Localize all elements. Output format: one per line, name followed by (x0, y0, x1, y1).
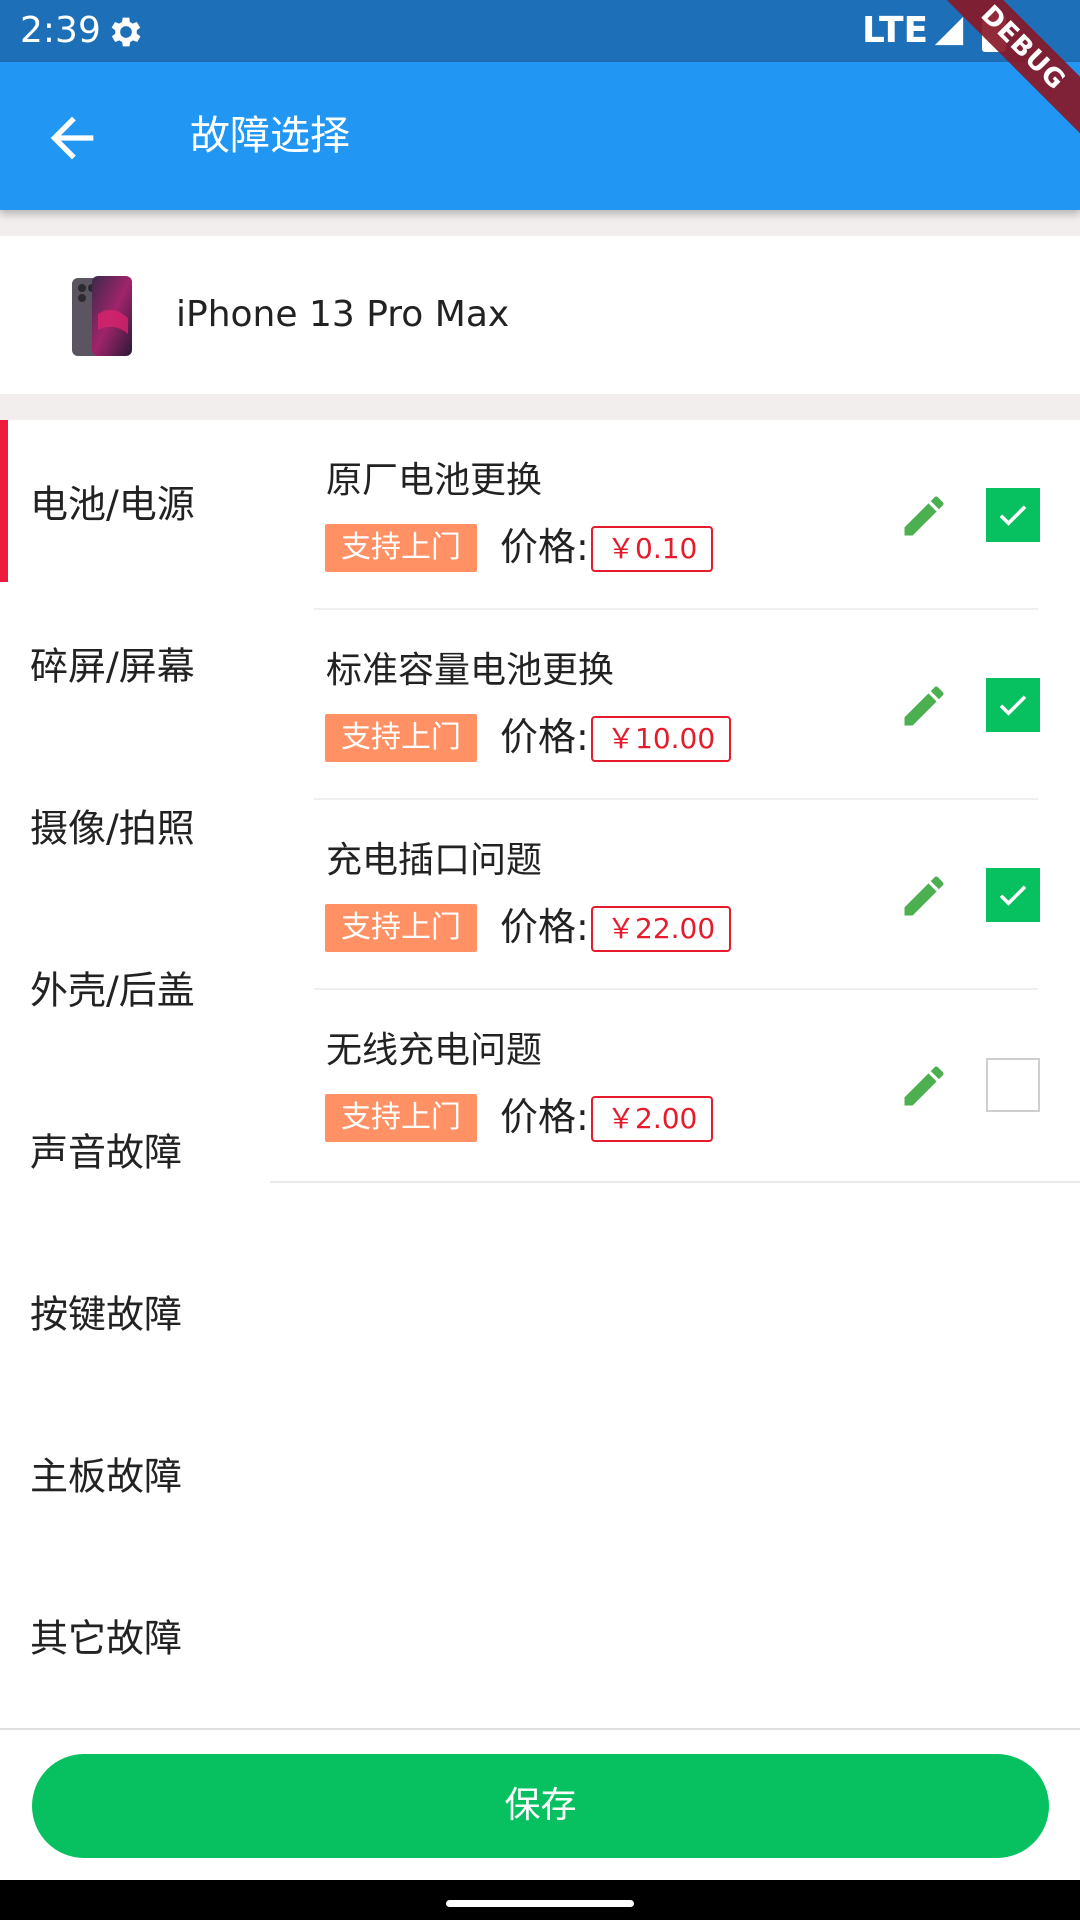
price-value: ￥22.00 (591, 906, 732, 952)
onsite-tag: 支持上门 (325, 714, 477, 762)
price-label: 价格: (500, 1095, 589, 1139)
sidebar-item-label: 主板故障 (30, 1454, 183, 1499)
sidebar-item-housing[interactable]: 外壳/后盖 (0, 906, 270, 1068)
price-label: 价格: (500, 905, 589, 949)
system-nav-bar (0, 1880, 1080, 1920)
page-title: 故障选择 (190, 113, 350, 159)
sidebar-item-screen[interactable]: 碎屏/屏幕 (0, 582, 270, 744)
list-item: 标准容量电池更换 支持上门 价格: ￥10.00 (270, 610, 1080, 800)
price-label: 价格: (500, 525, 589, 569)
status-bar: 2:39 LTE (0, 0, 1080, 62)
sidebar-item-battery[interactable]: 电池/电源 (0, 420, 270, 582)
device-name: iPhone 13 Pro Max (176, 294, 510, 335)
price-label: 价格: (500, 715, 589, 759)
network-type: LTE (862, 10, 929, 51)
sidebar-item-label: 外壳/后盖 (30, 968, 195, 1013)
sidebar-item-camera[interactable]: 摄像/拍照 (0, 744, 270, 906)
fault-title: 标准容量电池更换 (326, 650, 615, 691)
price-value: ￥2.00 (591, 1096, 714, 1142)
home-gesture-handle[interactable] (446, 1900, 634, 1907)
device-card: iPhone 13 Pro Max (0, 236, 1080, 394)
sidebar-item-sound[interactable]: 声音故障 (0, 1068, 270, 1230)
fault-title: 原厂电池更换 (326, 460, 543, 501)
list-item: 原厂电池更换 支持上门 价格: ￥0.10 (270, 420, 1080, 610)
app-bar: 故障选择 (0, 62, 1080, 210)
checkmark-icon (999, 695, 1027, 716)
pencil-icon[interactable] (898, 870, 950, 922)
category-sidebar: 电池/电源 碎屏/屏幕 摄像/拍照 外壳/后盖 声音故障 按键故障 主板故障 其… (0, 420, 270, 1730)
select-checkbox[interactable] (986, 1058, 1040, 1112)
gear-icon (111, 17, 141, 47)
fault-title: 充电插口问题 (326, 840, 543, 881)
price-value: ￥10.00 (591, 716, 732, 762)
sidebar-item-buttons[interactable]: 按键故障 (0, 1230, 270, 1392)
pencil-icon[interactable] (898, 1060, 950, 1112)
select-checkbox[interactable] (986, 488, 1040, 542)
sidebar-item-other[interactable]: 其它故障 (0, 1554, 270, 1716)
onsite-tag: 支持上门 (325, 1094, 477, 1142)
fault-title: 无线充电问题 (326, 1030, 543, 1071)
sidebar-item-label: 碎屏/屏幕 (30, 644, 195, 689)
checkmark-icon (999, 505, 1027, 526)
sidebar-item-label: 按键故障 (30, 1292, 183, 1337)
sidebar-item-label: 电池/电源 (30, 482, 195, 527)
sidebar-item-label: 声音故障 (30, 1130, 183, 1175)
bottom-action-bar: 保存 (0, 1728, 1080, 1880)
list-bottom-divider (270, 1181, 1080, 1183)
select-checkbox[interactable] (986, 678, 1040, 732)
sidebar-item-label: 其它故障 (30, 1616, 183, 1661)
sidebar-item-mainboard[interactable]: 主板故障 (0, 1392, 270, 1554)
select-checkbox[interactable] (986, 868, 1040, 922)
sidebar-item-label: 摄像/拍照 (30, 806, 195, 851)
status-time: 2:39 (20, 10, 101, 51)
list-item: 无线充电问题 支持上门 价格: ￥2.00 (270, 990, 1080, 1180)
list-item: 充电插口问题 支持上门 价格: ￥22.00 (270, 800, 1080, 990)
checkmark-icon (999, 885, 1027, 906)
onsite-tag: 支持上门 (325, 904, 477, 952)
save-button[interactable]: 保存 (32, 1754, 1049, 1858)
signal-icon (934, 16, 964, 46)
onsite-tag: 支持上门 (325, 524, 477, 572)
price-value: ￥0.10 (591, 526, 714, 572)
arrow-left-icon[interactable] (40, 106, 104, 170)
pencil-icon[interactable] (898, 490, 950, 542)
pencil-icon[interactable] (898, 680, 950, 732)
phone-image (72, 276, 132, 356)
